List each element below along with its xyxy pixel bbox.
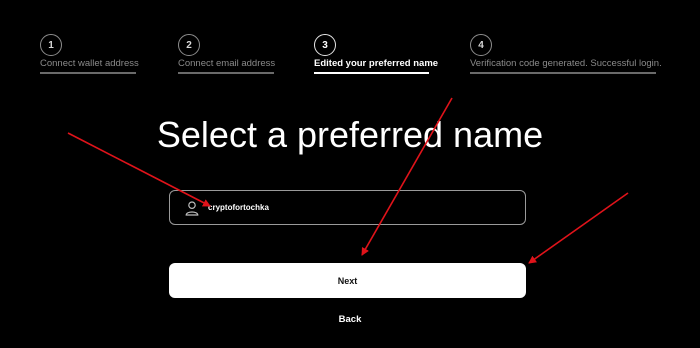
step-3-number: 3 — [314, 34, 336, 56]
preferred-name-input[interactable] — [208, 191, 508, 224]
step-2-progress-line — [178, 72, 274, 74]
step-4-label: Verification code generated. Successful … — [470, 58, 662, 69]
next-button[interactable]: Next — [169, 263, 526, 298]
step-1-label: Connect wallet address — [40, 58, 139, 69]
step-2-label: Connect email address — [178, 58, 276, 69]
step-2: 2 Connect email address — [178, 34, 275, 74]
step-1: 1 Connect wallet address — [40, 34, 139, 74]
step-3: 3 Edited your preferred name — [314, 34, 438, 74]
step-4: 4 Verification code generated. Successfu… — [470, 34, 662, 74]
step-3-progress-line — [314, 72, 429, 74]
page-title: Select a preferred name — [156, 114, 544, 155]
preferred-name-field[interactable] — [169, 190, 526, 225]
step-3-label: Edited your preferred name — [314, 58, 439, 69]
user-icon — [185, 201, 199, 216]
back-link[interactable]: Back — [0, 314, 700, 325]
step-4-number: 4 — [470, 34, 492, 56]
arrow-to-next-button-corner — [528, 192, 629, 264]
step-1-number: 1 — [40, 34, 62, 56]
step-1-progress-line — [40, 72, 136, 74]
step-4-progress-line — [470, 72, 656, 74]
step-2-number: 2 — [178, 34, 200, 56]
